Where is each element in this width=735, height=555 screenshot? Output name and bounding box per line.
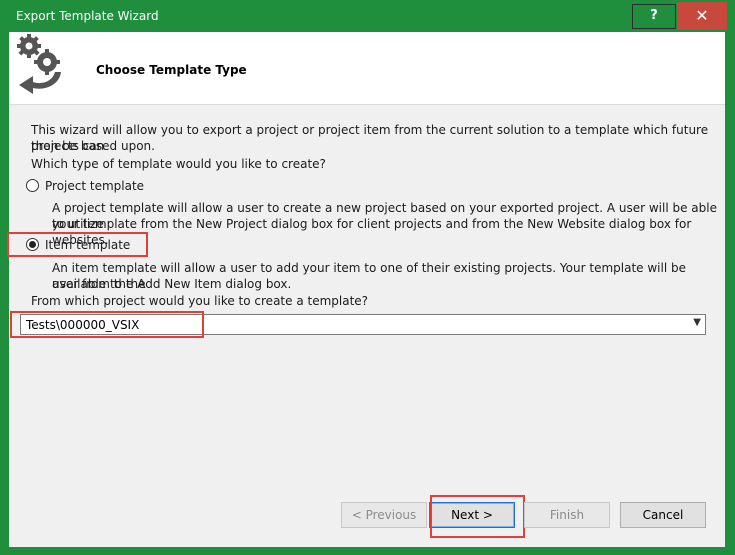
intro-line-2: then be based upon. <box>31 139 155 153</box>
project-template-radio[interactable] <box>26 179 39 192</box>
finish-button[interactable]: Finish <box>524 502 610 528</box>
template-type-question: Which type of template would you like to… <box>31 157 326 171</box>
window-title: Export Template Wizard <box>16 9 159 23</box>
item-template-radio[interactable] <box>26 238 39 251</box>
previous-button[interactable]: < Previous <box>341 502 427 528</box>
wizard-header: Choose Template Type <box>9 32 725 105</box>
close-button[interactable]: ✕ <box>677 2 727 30</box>
title-bar: Export Template Wizard ? ✕ <box>0 0 735 32</box>
cancel-button[interactable]: Cancel <box>620 502 706 528</box>
wizard-window: Export Template Wizard ? ✕ Choose Templa… <box>0 0 735 555</box>
page-title: Choose Template Type <box>96 63 247 77</box>
project-select-value: Tests\000000_VSIX <box>26 318 140 332</box>
chevron-down-icon[interactable]: ▼ <box>693 317 701 328</box>
radio-selected-dot <box>29 241 36 248</box>
project-select-dropdown[interactable]: Tests\000000_VSIX ▼ <box>20 314 706 335</box>
help-button[interactable]: ? <box>632 4 676 29</box>
project-select-prompt: From which project would you like to cre… <box>31 294 369 308</box>
item-template-desc-2: user from the Add New Item dialog box. <box>52 277 292 291</box>
gears-icon <box>17 34 61 94</box>
wizard-body: Choose Template Type This wizard will al… <box>7 32 725 547</box>
next-button[interactable]: Next > <box>429 502 515 528</box>
item-template-label[interactable]: Item template <box>45 237 130 253</box>
project-template-desc-2: your template from the New Project dialo… <box>52 217 692 247</box>
project-template-label[interactable]: Project template <box>45 178 144 194</box>
